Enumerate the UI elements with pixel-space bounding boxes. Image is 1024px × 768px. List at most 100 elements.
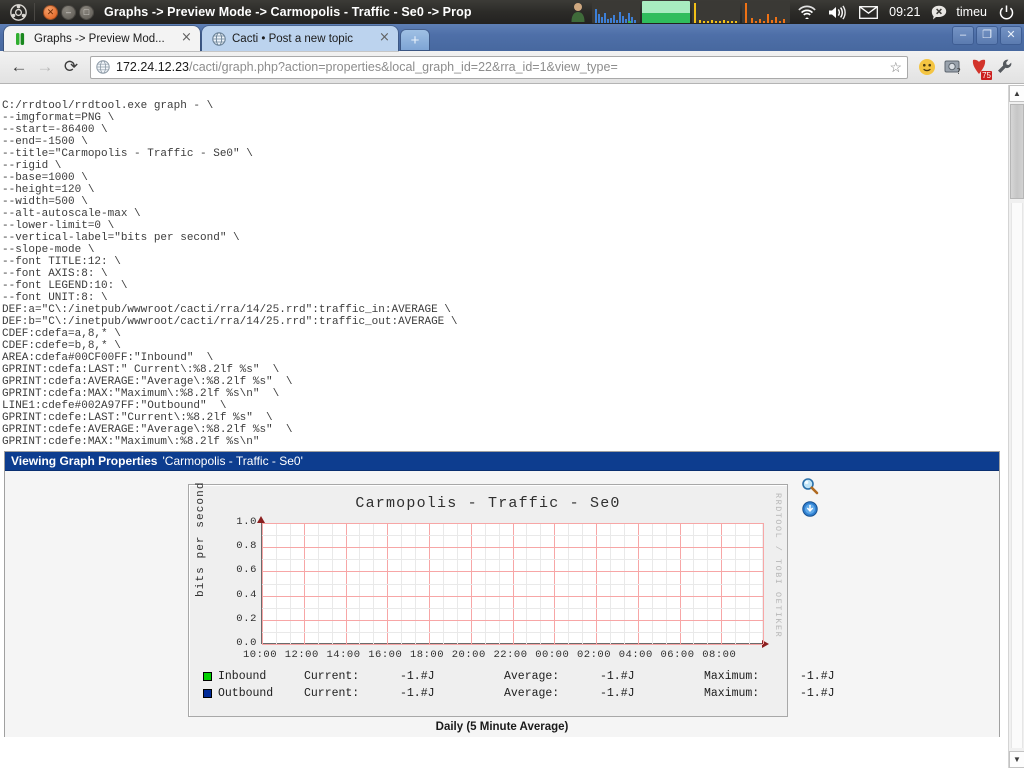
x-axis-tick-label: 06:00 (660, 649, 695, 661)
graph-action-icons (800, 476, 824, 522)
browser-window-controls: – ❐ ✕ (952, 26, 1022, 45)
browser-minimize-button[interactable]: – (952, 26, 974, 45)
cpu-monitor-applet[interactable] (592, 1, 641, 23)
unity-top-panel: ✕ – □ Graphs -> Preview Mode -> Carmopol… (0, 0, 1024, 24)
adblock-count-badge: 75 (981, 71, 992, 80)
memory-monitor-applet[interactable] (642, 1, 691, 23)
export-download-icon[interactable] (800, 499, 820, 519)
reload-button[interactable]: ⟳ (58, 54, 84, 80)
window-close-icon[interactable]: ✕ (43, 4, 58, 20)
grid-line-minor-horizontal (262, 632, 763, 633)
x-axis-tick-label: 08:00 (702, 649, 737, 661)
x-axis-tick-label: 10:00 (243, 649, 278, 661)
tab-close-icon[interactable]: × (377, 31, 392, 46)
window-minimize-icon[interactable]: – (61, 4, 76, 20)
legend-swatch-inbound (203, 672, 212, 681)
tab-cacti-post-new-topic[interactable]: Cacti • Post a new topic × (202, 26, 398, 51)
page-scrollbar-vertical[interactable]: ▲ ▼ (1008, 85, 1024, 768)
y-axis-tick-label: 0.2 (236, 612, 257, 625)
address-bar[interactable]: 172.24.12.23/cacti/graph.php?action=prop… (90, 55, 908, 79)
disk-monitor-applet[interactable] (742, 1, 791, 23)
window-maximize-icon[interactable]: □ (79, 4, 94, 20)
legend-current-value: -1.#J (400, 687, 435, 700)
y-axis-tick-label: 0.0 (236, 637, 257, 649)
chart-legend: Inbound Current: -1.#J Average: -1.#J Ma… (203, 668, 835, 702)
graph-properties-header: Viewing Graph Properties 'Carmopolis - T… (5, 452, 999, 471)
grid-line-minor-horizontal (262, 535, 763, 536)
grid-line-major-horizontal (262, 644, 763, 645)
y-axis-tick-label: 0.8 (236, 540, 257, 553)
legend-maximum-value: -1.#J (800, 670, 835, 683)
graph-properties-panel: Viewing Graph Properties 'Carmopolis - T… (4, 451, 1000, 737)
user-avatar-icon[interactable] (564, 0, 592, 24)
rrd-graph-image[interactable]: Carmopolis - Traffic - Se0 bits per seco… (188, 481, 835, 717)
y-axis-arrow-icon (257, 516, 265, 523)
scrollbar-thumb[interactable] (1010, 104, 1024, 199)
scroll-down-arrow-icon[interactable]: ▼ (1009, 751, 1024, 768)
x-axis-tick-label: 22:00 (493, 649, 528, 661)
x-axis-tick-label: 12:00 (284, 649, 319, 661)
legend-current-value: -1.#J (400, 670, 435, 683)
mail-envelope-icon[interactable] (853, 0, 884, 24)
url-host: 172.24.12.23 (116, 60, 189, 74)
browser-toolbar: ← → ⟳ 172.24.12.23/cacti/graph.php?actio… (0, 51, 1024, 84)
grid-line-major-horizontal (262, 571, 763, 572)
ubuntu-logo-icon[interactable] (6, 0, 30, 24)
tab-graphs-preview-mode[interactable]: Graphs -> Preview Mod... × (4, 26, 200, 51)
grid-line-minor-horizontal (262, 608, 763, 609)
url-text: 172.24.12.23/cacti/graph.php?action=prop… (116, 60, 618, 74)
extension-user-icon[interactable] (914, 54, 940, 80)
extension-adblock-icon[interactable]: 75 (966, 54, 992, 80)
tab-label: Graphs -> Preview Mod... (34, 32, 165, 45)
grid-line-major-vertical (763, 523, 764, 644)
grid-line-major-horizontal (262, 596, 763, 597)
magnifier-zoom-icon[interactable] (800, 476, 820, 496)
page-globe-icon (96, 59, 111, 75)
scrollbar-track[interactable] (1011, 203, 1023, 748)
legend-row-inbound: Inbound Current: -1.#J Average: -1.#J Ma… (203, 668, 835, 685)
scroll-up-arrow-icon[interactable]: ▲ (1009, 85, 1024, 102)
chrome-menu-wrench-icon[interactable] (992, 54, 1018, 80)
graph-properties-body: Carmopolis - Traffic - Se0 bits per seco… (5, 471, 999, 737)
grid-line-major-horizontal (262, 547, 763, 548)
messaging-indicator-icon[interactable] (925, 0, 953, 24)
grid-line-major-horizontal (262, 620, 763, 621)
graph-caption: Daily (5 Minute Average) (435, 721, 569, 733)
forward-button[interactable]: → (32, 54, 58, 80)
system-tray: 09:21 timeu (564, 0, 1024, 24)
browser-restore-button[interactable]: ❐ (976, 26, 998, 45)
chart-title: Carmopolis - Traffic - Se0 (355, 495, 621, 512)
wifi-icon[interactable] (792, 0, 822, 24)
rrdtool-watermark: RRDTOOL / TOBI OETIKER (773, 493, 783, 639)
legend-average-value: -1.#J (600, 670, 635, 683)
legend-current-label: Current: (304, 670, 360, 683)
chart-plot-area (261, 523, 764, 645)
extension-screenshot-icon[interactable]: ? (940, 54, 966, 80)
y-axis-tick-label: 0.4 (236, 588, 257, 601)
back-button[interactable]: ← (6, 54, 32, 80)
y-axis-tick-label: 0.6 (236, 564, 257, 577)
network-monitor-applet[interactable] (692, 1, 741, 23)
new-tab-button[interactable]: + (401, 30, 429, 50)
x-axis-tick-label: 02:00 (577, 649, 612, 661)
bookmark-star-icon[interactable]: ☆ (883, 59, 902, 76)
power-session-icon[interactable] (993, 0, 1024, 24)
legend-maximum-value: -1.#J (800, 687, 835, 700)
window-controls-group: ✕ – □ (43, 4, 94, 20)
x-axis-tick-label: 14:00 (326, 649, 361, 661)
panel-clock[interactable]: 09:21 (884, 5, 925, 19)
legend-average-label: Average: (504, 687, 560, 700)
tab-close-icon[interactable]: × (179, 31, 194, 46)
legend-maximum-label: Maximum: (704, 687, 760, 700)
legend-swatch-outbound (203, 689, 212, 698)
legend-series-name: Inbound (218, 670, 267, 683)
legend-row-outbound: Outbound Current: -1.#J Average: -1.#J M… (203, 685, 835, 702)
browser-close-button[interactable]: ✕ (1000, 26, 1022, 45)
globe-favicon (211, 31, 227, 47)
page-viewport: C:/rrdtool/rrdtool.exe graph - \ --imgfo… (0, 85, 1024, 768)
browser-window: Graphs -> Preview Mod... × Cacti • Post … (0, 24, 1024, 768)
legend-average-label: Average: (504, 670, 560, 683)
url-path: /cacti/graph.php?action=properties&local… (189, 60, 618, 74)
volume-icon[interactable] (822, 0, 853, 24)
panel-username[interactable]: timeu (953, 5, 993, 19)
